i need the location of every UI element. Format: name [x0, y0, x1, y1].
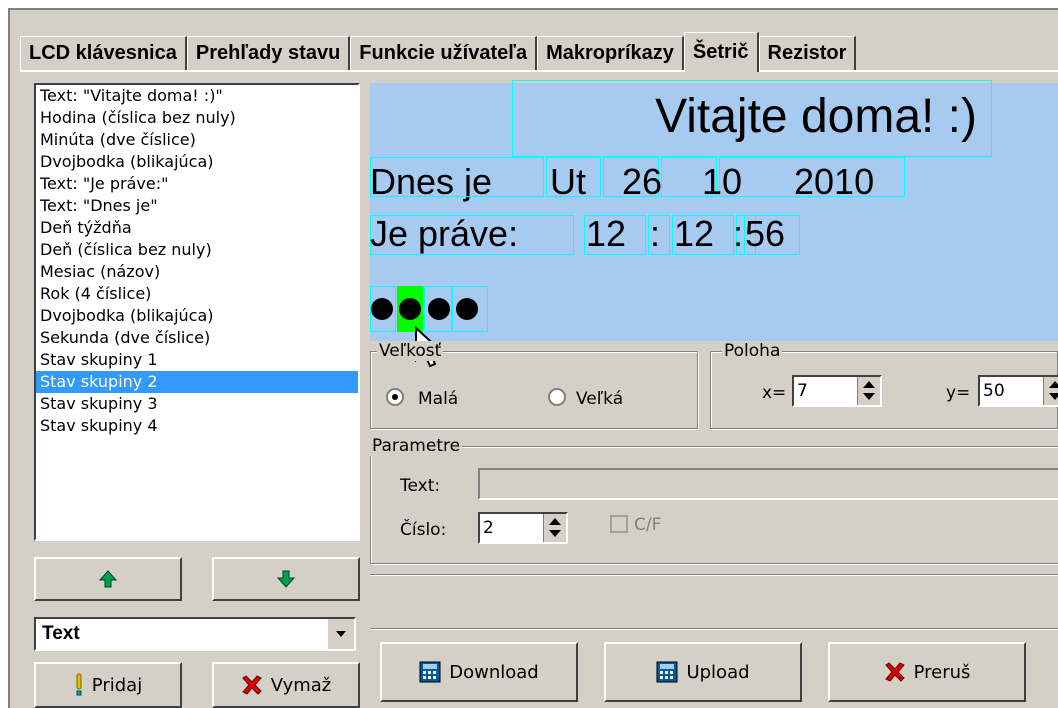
download-button[interactable]: Download [380, 642, 578, 702]
element-list[interactable]: Text: "Vitajte doma! :)" Hodina (číslica… [34, 83, 360, 541]
tab-divider [20, 70, 1058, 72]
lcd-text-je-prave[interactable]: Je práve: [370, 214, 518, 254]
group-dot [456, 298, 478, 320]
element-type-value: Text [42, 623, 80, 644]
cf-checkbox[interactable] [610, 515, 628, 533]
list-item[interactable]: Stav skupiny 3 [36, 393, 358, 415]
chevron-down-icon[interactable] [327, 619, 354, 649]
add-button-label: Pridaj [91, 674, 143, 696]
delete-button-label: Vymaž [270, 674, 332, 696]
tab-user-functions[interactable]: Funkcie užívateľa [350, 36, 538, 70]
calculator-icon [419, 661, 441, 683]
list-item[interactable]: Text: "Dnes je" [36, 195, 358, 217]
x-value: 7 [797, 381, 808, 401]
size-large-radio[interactable] [548, 388, 566, 406]
updown-icon[interactable] [543, 514, 566, 542]
size-small-radio[interactable] [386, 388, 404, 406]
calculator-icon [656, 661, 678, 683]
number-label: Číslo: [400, 520, 447, 540]
add-button[interactable]: Pridaj [34, 662, 182, 708]
cf-label: C/F [634, 515, 662, 535]
parameters-group-label: Parametre [370, 436, 463, 456]
tab-macros[interactable]: Makropríkazy [537, 36, 684, 70]
x-label: x= [762, 383, 787, 403]
lcd-colon-2[interactable]: : [733, 214, 743, 254]
lcd-day[interactable]: 26 [622, 162, 662, 202]
lcd-outline [370, 157, 544, 197]
tab-screensaver[interactable]: Šetrič [683, 32, 759, 72]
position-group-label: Poloha [722, 341, 783, 361]
list-item[interactable]: Hodina (číslica bez nuly) [36, 107, 358, 129]
lcd-year[interactable]: 2010 [794, 162, 874, 202]
tab-strip: LCD klávesnica Prehľady stavu Funkcie už… [20, 30, 857, 72]
lcd-month[interactable]: 10 [702, 162, 742, 202]
y-value: 50 [983, 381, 1005, 401]
upload-button-label: Upload [686, 661, 750, 683]
number-spinner[interactable]: 2 [478, 512, 568, 544]
list-item[interactable]: Dvojbodka (blikajúca) [36, 305, 358, 327]
lcd-second[interactable]: 56 [745, 214, 785, 254]
arrow-down-icon [276, 570, 296, 588]
list-item-selected[interactable]: Stav skupiny 2 [36, 371, 358, 393]
delete-button[interactable]: Vymaž [212, 662, 360, 708]
download-button-label: Download [449, 661, 539, 683]
y-spinner[interactable]: 50 [978, 375, 1058, 407]
list-item[interactable]: Minúta (dve číslice) [36, 129, 358, 151]
tab-status-views[interactable]: Prehľady stavu [186, 36, 351, 70]
delete-x-icon [241, 675, 263, 695]
lcd-minute[interactable]: 12 [674, 214, 714, 254]
list-item[interactable]: Mesiac (názov) [36, 261, 358, 283]
separator [370, 628, 1058, 630]
lcd-title-text[interactable]: Vitajte doma! :) [512, 80, 992, 157]
move-down-button[interactable] [212, 557, 360, 601]
upload-button[interactable]: Upload [604, 642, 802, 702]
arrow-up-icon [98, 570, 118, 588]
text-field[interactable] [478, 468, 1058, 500]
updown-icon[interactable] [1043, 377, 1058, 405]
move-up-button[interactable] [34, 557, 182, 601]
list-item[interactable]: Sekunda (dve číslice) [36, 327, 358, 349]
lcd-colon-1[interactable]: : [650, 214, 660, 254]
tab-resistor[interactable]: Rezistor [758, 36, 857, 70]
list-item[interactable]: Stav skupiny 4 [36, 415, 358, 437]
text-label: Text: [400, 476, 441, 496]
element-type-select[interactable]: Text [34, 617, 356, 651]
exclamation-icon [74, 673, 84, 697]
list-item[interactable]: Text: "Vitajte doma! :)" [36, 85, 358, 107]
group-dot [399, 298, 421, 320]
lcd-weekday[interactable]: Ut [550, 162, 586, 202]
size-group-label: Veľkosť [377, 341, 444, 361]
size-large-label[interactable]: Veľká [576, 389, 623, 409]
abort-button-label: Preruš [913, 661, 971, 683]
list-item[interactable]: Text: "Je práve:" [36, 173, 358, 195]
list-item[interactable]: Deň (číslica bez nuly) [36, 239, 358, 261]
list-item[interactable]: Dvojbodka (blikajúca) [36, 151, 358, 173]
list-item[interactable]: Deň týždňa [36, 217, 358, 239]
size-small-label[interactable]: Malá [418, 389, 458, 409]
number-value: 2 [483, 518, 494, 538]
group-dot [428, 298, 450, 320]
parameters-group [370, 446, 1058, 564]
tab-lcd-keypad[interactable]: LCD klávesnica [20, 36, 187, 70]
lcd-hour[interactable]: 12 [586, 214, 626, 254]
separator [370, 574, 1058, 576]
x-spinner[interactable]: 7 [792, 375, 882, 407]
updown-icon[interactable] [857, 377, 880, 405]
group-dot [371, 298, 393, 320]
y-label: y= [946, 383, 971, 403]
abort-button[interactable]: Preruš [828, 642, 1026, 702]
abort-x-icon [884, 662, 906, 682]
list-item[interactable]: Rok (4 číslice) [36, 283, 358, 305]
list-item[interactable]: Stav skupiny 1 [36, 349, 358, 371]
